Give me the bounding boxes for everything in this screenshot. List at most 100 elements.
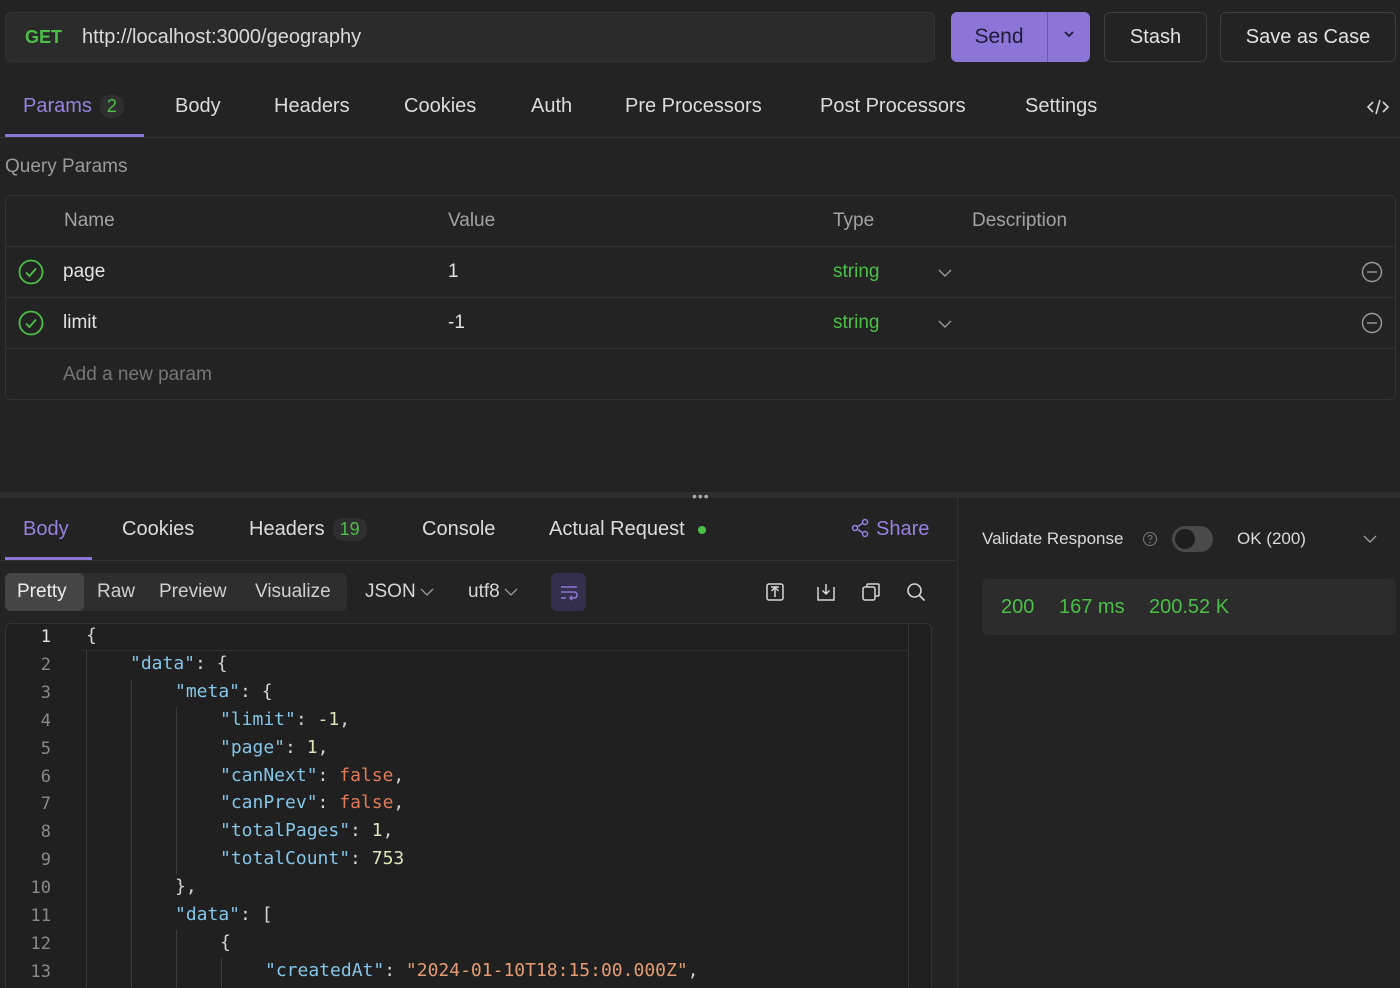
params-table: Name Value Type Description page 1 strin…	[5, 195, 1396, 400]
line-number: 6	[40, 767, 51, 787]
share-button[interactable]: Share	[850, 518, 929, 541]
query-params-title: Query Params	[5, 156, 128, 177]
add-param-input[interactable]: Add a new param	[63, 364, 212, 386]
response-tab-console[interactable]: Console	[422, 518, 495, 541]
code-line: "meta": {	[175, 681, 273, 702]
line-number: 7	[40, 794, 51, 814]
chevron-down-icon	[420, 588, 434, 596]
tab-auth[interactable]: Auth	[531, 95, 572, 118]
line-number: 11	[30, 906, 51, 926]
expected-status-select[interactable]: OK (200)	[1237, 529, 1306, 549]
panel-divider	[957, 498, 958, 988]
tab-body[interactable]: Body	[175, 95, 221, 118]
tab-post-processors[interactable]: Post Processors	[820, 95, 966, 118]
minus-circle-icon[interactable]	[1361, 312, 1383, 334]
editor-scrollbar-track[interactable]	[908, 624, 909, 988]
chevron-down-icon[interactable]	[1362, 533, 1378, 545]
code-line: "canNext": false,	[220, 765, 405, 786]
line-number: 12	[30, 934, 51, 954]
line-number: 10	[30, 878, 51, 898]
chevron-down-icon	[504, 588, 518, 596]
tab-cookies[interactable]: Cookies	[404, 95, 476, 118]
response-tab-actual-request[interactable]: Actual Request	[549, 518, 685, 541]
param-name[interactable]: page	[63, 261, 105, 283]
wrap-icon	[561, 586, 578, 601]
export-icon[interactable]	[765, 582, 785, 602]
code-line: "totalCount": 753	[220, 848, 405, 869]
line-number: 4	[40, 711, 51, 731]
format-select[interactable]: JSON	[365, 581, 434, 603]
search-icon[interactable]	[906, 582, 926, 602]
code-line: },	[175, 876, 197, 897]
headers-count-badge: 19	[332, 518, 367, 541]
indent-guide	[176, 930, 177, 988]
send-divider	[1047, 12, 1048, 62]
download-icon[interactable]	[816, 582, 836, 602]
line-number: 1	[40, 627, 51, 647]
param-value[interactable]: -1	[448, 312, 465, 334]
indent-guide	[131, 679, 132, 988]
share-icon	[851, 518, 869, 538]
validate-response-label: Validate Response	[982, 529, 1124, 548]
line-number: 13	[30, 962, 51, 982]
param-type[interactable]: string	[833, 261, 879, 283]
line-number: 9	[40, 850, 51, 870]
check-circle-icon[interactable]	[18, 310, 44, 336]
help-icon[interactable]	[1142, 531, 1158, 547]
indent-guide	[86, 651, 87, 988]
tab-params[interactable]: Params 2	[23, 95, 124, 118]
save-as-case-button[interactable]: Save as Case	[1220, 12, 1396, 62]
code-line: "createdAt": "2024-01-10T18:15:00.000Z",	[265, 960, 699, 981]
indent-guide	[176, 707, 177, 875]
wrap-lines-button[interactable]	[551, 573, 586, 611]
response-tab-cookies[interactable]: Cookies	[122, 518, 194, 541]
view-mode-raw[interactable]: Raw	[97, 581, 135, 603]
chevron-down-icon[interactable]	[1061, 26, 1077, 42]
stash-button[interactable]: Stash	[1104, 12, 1207, 62]
response-tab-headers-label: Headers	[249, 518, 325, 540]
url-bar[interactable]: GET http://localhost:3000/geography	[5, 12, 935, 62]
column-header-name: Name	[64, 210, 115, 231]
response-body-editor[interactable]	[5, 623, 932, 988]
line-number: 2	[40, 655, 51, 675]
send-button[interactable]: Send	[951, 12, 1090, 62]
minus-circle-icon[interactable]	[1361, 261, 1383, 283]
tab-params-label: Params	[23, 95, 92, 117]
encoding-select[interactable]: utf8	[468, 581, 518, 603]
indent-guide	[221, 958, 222, 988]
check-circle-icon[interactable]	[18, 259, 44, 285]
param-value[interactable]: 1	[448, 261, 459, 283]
tab-divider	[0, 137, 1400, 138]
format-select-value: JSON	[365, 581, 416, 602]
column-header-type: Type	[833, 210, 875, 231]
code-icon[interactable]	[1366, 97, 1390, 117]
column-header-value: Value	[448, 210, 496, 231]
current-line-highlight	[80, 624, 908, 651]
view-mode-preview[interactable]: Preview	[159, 581, 227, 603]
splitter-handle[interactable]: •••	[692, 488, 710, 504]
line-number: 8	[40, 822, 51, 842]
method-select[interactable]: GET	[25, 27, 62, 48]
response-tab-headers[interactable]: Headers 19	[249, 518, 367, 541]
toggle-knob	[1175, 529, 1195, 549]
view-mode-visualize[interactable]: Visualize	[255, 581, 331, 603]
chevron-down-icon[interactable]	[937, 318, 953, 330]
code-line: "data": [	[175, 904, 273, 925]
view-mode-segmented: Pretty Raw Preview Visualize	[5, 573, 347, 611]
view-mode-pretty[interactable]: Pretty	[17, 581, 67, 603]
row-divider	[6, 297, 1395, 298]
line-number: 3	[40, 683, 51, 703]
url-input[interactable]: http://localhost:3000/geography	[82, 26, 361, 49]
line-number: 5	[40, 739, 51, 759]
code-line: {	[86, 625, 97, 646]
param-type[interactable]: string	[833, 312, 879, 334]
tab-headers[interactable]: Headers	[274, 95, 350, 118]
validate-toggle[interactable]	[1172, 526, 1213, 552]
tab-settings[interactable]: Settings	[1025, 95, 1097, 118]
chevron-down-icon[interactable]	[937, 267, 953, 279]
tab-pre-processors[interactable]: Pre Processors	[625, 95, 762, 118]
param-name[interactable]: limit	[63, 312, 97, 334]
copy-icon[interactable]	[861, 582, 881, 602]
code-line: "totalPages": 1,	[220, 820, 394, 841]
response-tab-body[interactable]: Body	[23, 518, 69, 541]
